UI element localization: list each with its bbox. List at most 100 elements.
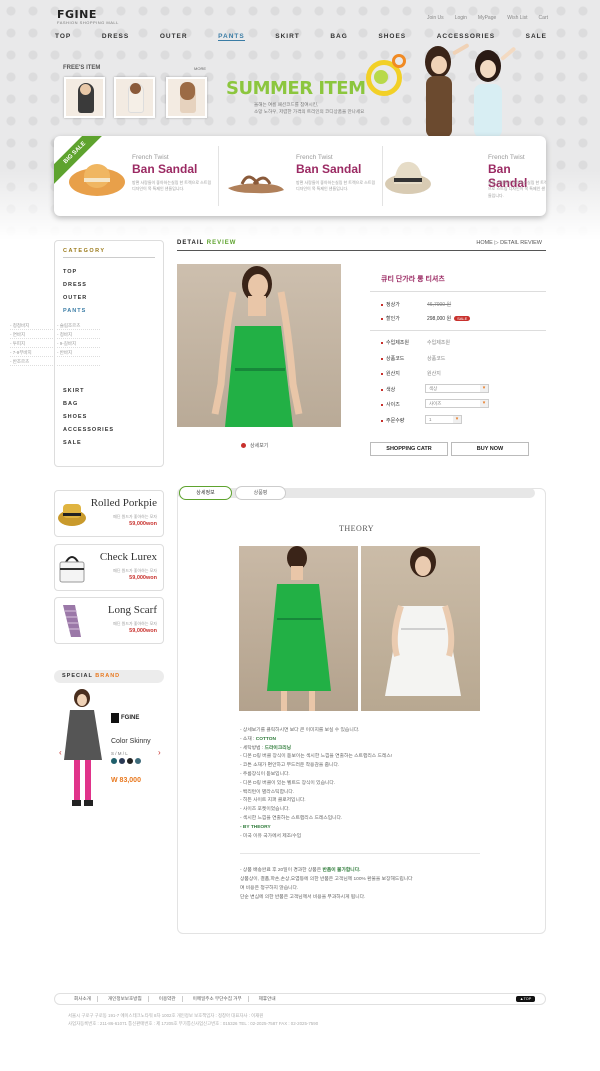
subcategory-item[interactable]: - 9-길바지	[57, 339, 100, 348]
shopping-cart-button[interactable]: SHOPPING CATR	[370, 442, 448, 456]
product-description-list: - 상세보기를 클릭하시면 보다 큰 이미지를 보실 수 있습니다. - 소재 …	[240, 727, 500, 841]
subcategory-item[interactable]: - 투피지	[10, 339, 53, 348]
handbag-image	[59, 556, 85, 583]
buy-now-button[interactable]: BUY NOW	[451, 442, 529, 456]
utility-links: Join Us Login MyPage Wish List Cart	[427, 15, 548, 21]
product-photo-white[interactable]	[361, 546, 480, 711]
footer-link-privacy[interactable]: 개인정보보호방침	[102, 996, 149, 1002]
tab-detail-info[interactable]: 상세정보	[179, 486, 232, 500]
side-product-card[interactable]: Check Lurex 패딘 원드가 좋아하는 모자 59,000won	[54, 544, 164, 591]
side-product-name: Rolled Porkpie	[90, 497, 157, 509]
color-select[interactable]: 색상	[425, 384, 489, 393]
subcategory-item[interactable]: - 7-9부바지	[10, 348, 53, 357]
description-line: - 미국 이유 국가에서 제조/수입	[240, 833, 302, 839]
product-photo-green[interactable]	[239, 546, 358, 711]
main-product-photo[interactable]	[177, 264, 341, 427]
side-product-price: 59,000won	[129, 575, 157, 581]
category-divider	[63, 257, 155, 258]
nav-dress[interactable]: DRESS	[102, 33, 129, 41]
category-item-shoes[interactable]: SHOES	[63, 411, 114, 424]
util-link-wishlist[interactable]: Wish List	[507, 15, 527, 21]
footer-link-company[interactable]: 회사소개	[68, 996, 98, 1002]
quantity-select[interactable]: 1	[425, 415, 462, 424]
category-item-pants[interactable]: PANTS	[63, 305, 87, 318]
nav-skirt[interactable]: SKIRT	[275, 33, 300, 41]
util-link-cart[interactable]: Cart	[539, 15, 548, 21]
description-line: - 섹시한 느낌을 연출하는 스트랩리스 드레스입니다.	[240, 815, 343, 821]
sale-item-card[interactable]: French Twist Ban Sandal 방편 사랑들이 좋아하는실링 한…	[54, 136, 218, 216]
footer-link-email-policy[interactable]: 이메일주소 무단수집 거부	[187, 996, 249, 1002]
subcategory-item[interactable]: - 반바지	[57, 348, 100, 357]
side-product-price: 59,000won	[129, 628, 157, 634]
category-item-outer[interactable]: OUTER	[63, 292, 87, 305]
side-product-card[interactable]: Rolled Porkpie 패딘 원드가 좋아하는 모자 59,000won	[54, 490, 164, 537]
free-item-thumb[interactable]	[64, 77, 105, 118]
brand-prev-arrow[interactable]: ‹	[59, 748, 62, 757]
side-product-name: Check Lurex	[99, 551, 157, 563]
subcategory-item[interactable]: - 청바지	[57, 330, 100, 339]
special-brand-model-image	[64, 689, 102, 806]
nav-shoes[interactable]: SHOES	[378, 33, 406, 41]
notice-line: 며 비용은 청구하지 않습니다.	[240, 886, 299, 891]
util-link-join[interactable]: Join Us	[427, 15, 444, 21]
footer-link-partnership[interactable]: 제휴안내	[253, 996, 282, 1002]
brand-title: THEORY	[339, 524, 374, 533]
footer-link-terms[interactable]: 이용약관	[153, 996, 183, 1002]
nav-pants[interactable]: PANTS	[218, 33, 245, 41]
category-item-accessories[interactable]: ACCESSORIES	[63, 424, 114, 437]
tab-review[interactable]: 상품평	[235, 486, 286, 500]
notice-divider	[240, 853, 480, 854]
color-swatch[interactable]	[127, 758, 133, 764]
category-list-bottom: SKIRT BAG SHOES ACCESSORIES SALE	[63, 385, 114, 450]
nav-bag[interactable]: BAG	[330, 33, 347, 41]
subcategory-item[interactable]: - 청청바지	[10, 321, 53, 330]
side-product-description: 패딘 원드가 좋아하는 모자	[113, 514, 157, 519]
sale-item-name: Ban Sandal	[132, 162, 198, 176]
subcategory-item[interactable]: - 반조르츠	[10, 357, 53, 366]
nav-outer[interactable]: OUTER	[160, 33, 188, 41]
subcategory-item[interactable]: - 면바지	[10, 330, 53, 339]
subcategory-item[interactable]: - 슬림조르츠	[57, 321, 100, 330]
notice-line: - 상품 배송완료 후 20일이 경과한 상품은 반품이 불가합니다.	[240, 868, 361, 873]
free-item-thumb[interactable]	[166, 77, 207, 118]
description-line: - 사이즈 포켓이었습니다.	[240, 807, 290, 813]
sale-item-brand: French Twist	[132, 154, 169, 161]
detail-view-link[interactable]: 상세보기	[241, 442, 268, 449]
description-line: - 히든 사이트 지퍼 클로저입니다.	[240, 798, 306, 804]
util-link-login[interactable]: Login	[455, 15, 467, 21]
pants-subcategory-list: - 청청바지 - 슬림조르츠 - 면바지 - 청바지 - 투피지 - 9-길바지…	[10, 321, 100, 366]
description-line: - 디몬 D링 버클이 있는 벨트드 장식이 있습니다.	[240, 780, 336, 786]
category-item-bag[interactable]: BAG	[63, 398, 114, 411]
special-brand-product-name[interactable]: Color Skinny	[111, 738, 151, 745]
detail-review-title: DETAIL REVIEW	[177, 240, 237, 246]
nav-top[interactable]: TOP	[55, 33, 71, 41]
category-item-top[interactable]: TOP	[63, 266, 87, 279]
color-swatch[interactable]	[135, 758, 141, 764]
side-product-card[interactable]: Long Scarf 패딘 원드가 좋아하는 모자 59,000won	[54, 597, 164, 644]
back-to-top-button[interactable]: ▲TOP	[516, 996, 535, 1002]
nav-accessories[interactable]: ACCESSORIES	[437, 33, 495, 41]
sale-item-card[interactable]: French Twist Ban Sandal 방편 사랑들이 좋아하는실링 한…	[218, 136, 382, 216]
color-swatch[interactable]	[119, 758, 125, 764]
sale-item-card[interactable]: French Twist Ban Sandal 방편 사랑들이 좋아하는실링 한…	[382, 136, 546, 216]
size-select[interactable]: 사이즈	[425, 399, 489, 408]
category-item-sale[interactable]: SALE	[63, 437, 114, 450]
category-item-dress[interactable]: DRESS	[63, 279, 87, 292]
side-product-price: 59,000won	[129, 521, 157, 527]
brand-next-arrow[interactable]: ›	[158, 748, 161, 757]
color-swatch[interactable]	[111, 758, 117, 764]
description-line: - 주름장식이 돋보입니다.	[240, 771, 290, 777]
breadcrumb[interactable]: HOME ▷ DETAIL REVIEW	[476, 240, 542, 246]
nav-sale[interactable]: SALE	[526, 33, 547, 41]
category-title: CATEGORY	[63, 248, 106, 254]
sale-item-description: 방편 사랑들이 좋아하는실링 한 트렉으로 스트링 디자인이 목 특제인 샌들입…	[296, 180, 376, 192]
special-brand-price: W 83,000	[111, 777, 141, 784]
description-line: - 코튼 소재가 편안하고 부드러운 착용감을 줍니다.	[240, 763, 340, 769]
free-item-thumb[interactable]	[114, 77, 155, 118]
category-item-skirt[interactable]: SKIRT	[63, 385, 114, 398]
side-product-name: Long Scarf	[107, 604, 157, 616]
porkpie-hat-image	[58, 504, 86, 526]
free-item-more-link[interactable]: MORE	[194, 66, 206, 71]
detail-divider	[177, 250, 546, 251]
util-link-mypage[interactable]: MyPage	[478, 15, 496, 21]
